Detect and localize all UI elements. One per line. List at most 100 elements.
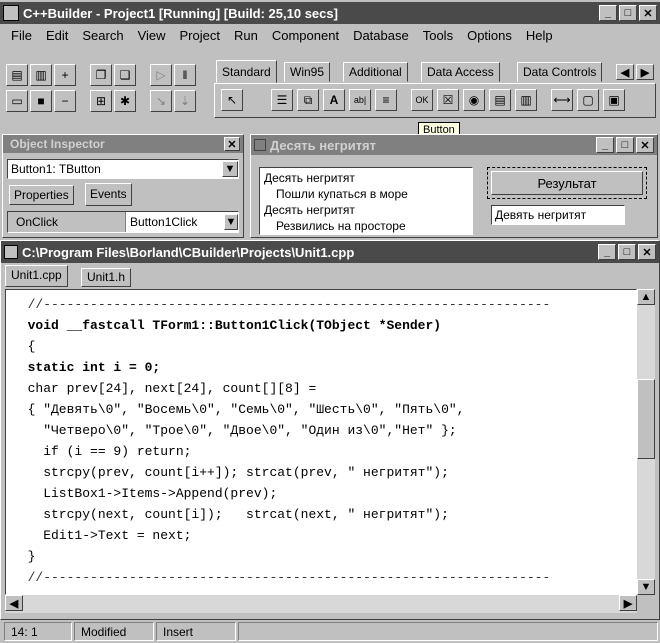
trace-icon[interactable]: ↘ — [150, 90, 172, 112]
checkbox-icon[interactable]: ☒ — [437, 89, 459, 111]
listbox[interactable]: Десять негритят Пошли купаться в море Де… — [259, 167, 473, 235]
scroll-right-icon[interactable]: ▶ — [619, 595, 637, 611]
tab-properties[interactable]: Properties — [9, 185, 74, 205]
menu-view[interactable]: View — [131, 28, 173, 43]
button-icon[interactable]: OK — [411, 89, 433, 111]
edit-field[interactable]: Девять негритят — [491, 205, 625, 225]
menu-project[interactable]: Project — [173, 28, 227, 43]
save-icon[interactable]: ■ — [30, 90, 52, 112]
palette-tab-data-controls[interactable]: Data Controls — [517, 62, 603, 82]
menu-search[interactable]: Search — [75, 28, 130, 43]
menu-edit[interactable]: Edit — [39, 28, 75, 43]
object-selector-value: Button1: TButton — [11, 162, 101, 176]
code-line: //--------------------------------------… — [12, 570, 551, 585]
step-icon[interactable]: ⇣ — [174, 90, 196, 112]
list-item[interactable]: Десять негритят — [264, 202, 468, 218]
main-titlebar[interactable]: C++Builder - Project1 [Running] [Build: … — [0, 2, 660, 24]
code-line: ListBox1->Items->Append(prev); — [12, 486, 278, 501]
view-unit-icon[interactable]: ❐ — [90, 64, 112, 86]
vertical-scroll-thumb[interactable] — [637, 379, 655, 459]
horizontal-scrollbar[interactable]: ◀ ▶ — [5, 595, 637, 613]
main-window-title: C++Builder - Project1 [Running] [Build: … — [23, 5, 338, 21]
object-inspector-titlebar[interactable]: Object Inspector ✕ — [3, 135, 243, 153]
result-button[interactable]: Результат — [487, 167, 647, 199]
code-editor[interactable]: //--------------------------------------… — [5, 289, 637, 595]
palette-tab-data-access[interactable]: Data Access — [421, 62, 500, 82]
object-inspector: Object Inspector ✕ Button1: TButton ▼ Pr… — [2, 134, 244, 238]
tab-unit1-cpp[interactable]: Unit1.cpp — [5, 265, 68, 287]
pause-icon[interactable]: ‖ — [174, 64, 196, 86]
run-icon[interactable]: ▷ — [150, 64, 172, 86]
open-icon[interactable]: ▭ — [6, 90, 28, 112]
minimize-button[interactable]: _ — [599, 5, 617, 21]
chevron-down-icon[interactable]: ▼ — [222, 161, 238, 177]
form-close[interactable]: ✕ — [636, 137, 654, 153]
palette-tab-win95[interactable]: Win95 — [284, 62, 331, 82]
code-line: //--------------------------------------… — [12, 297, 551, 312]
palette-tab-standard[interactable]: Standard — [216, 60, 277, 83]
combobox-icon[interactable]: ▥ — [515, 89, 537, 111]
form-titlebar[interactable]: Десять негритят _ □ ✕ — [251, 135, 657, 155]
event-name[interactable]: OnClick — [8, 212, 126, 232]
popupmenu-icon[interactable]: ⧉ — [297, 89, 319, 111]
scrollbar-icon[interactable]: ⟷ — [551, 89, 573, 111]
code-line: strcpy(prev, count[i++]); strcat(prev, "… — [12, 465, 449, 480]
new-icon[interactable]: ▤ — [6, 64, 28, 86]
pointer-icon[interactable]: ↖ — [221, 89, 243, 111]
code-line: } — [12, 549, 36, 564]
new-form-icon[interactable]: ✱ — [114, 90, 136, 112]
menu-help[interactable]: Help — [519, 28, 560, 43]
menu-bar: File Edit Search View Project Run Compon… — [0, 24, 660, 46]
object-inspector-close[interactable]: ✕ — [224, 137, 240, 151]
chevron-down-icon[interactable]: ▼ — [224, 214, 238, 230]
palette-scroll-right[interactable]: ▶ — [636, 64, 654, 80]
object-selector[interactable]: Button1: TButton ▼ — [7, 159, 239, 179]
tab-events[interactable]: Events — [85, 183, 132, 206]
edit-icon[interactable]: ab| — [349, 89, 371, 111]
editor-close[interactable]: ✕ — [638, 244, 656, 260]
new-unit-icon[interactable]: ▥ — [30, 64, 52, 86]
vertical-scrollbar[interactable]: ▲ ▼ — [637, 289, 655, 595]
scroll-left-icon[interactable]: ◀ — [5, 595, 23, 611]
event-handler-field[interactable]: Button1Click ▼ — [126, 212, 238, 232]
groupbox-icon[interactable]: ▢ — [577, 89, 599, 111]
close-button[interactable]: ✕ — [639, 5, 657, 21]
scroll-up-icon[interactable]: ▲ — [637, 289, 655, 305]
menu-file[interactable]: File — [4, 28, 39, 43]
editor-minimize[interactable]: _ — [598, 244, 616, 260]
menu-tools[interactable]: Tools — [416, 28, 460, 43]
tab-unit1-h[interactable]: Unit1.h — [81, 268, 132, 287]
form-icon — [254, 139, 266, 151]
radiobutton-icon[interactable]: ◉ — [463, 89, 485, 111]
scroll-down-icon[interactable]: ▼ — [637, 579, 655, 595]
view-form-icon[interactable]: ❏ — [114, 64, 136, 86]
menu-component[interactable]: Component — [265, 28, 346, 43]
mainmenu-icon[interactable]: ☰ — [271, 89, 293, 111]
palette-tab-additional[interactable]: Additional — [343, 62, 408, 82]
list-item[interactable]: Резвились на просторе — [264, 218, 468, 234]
menu-database[interactable]: Database — [346, 28, 416, 43]
form-window: Десять негритят _ □ ✕ Десять негритят По… — [250, 134, 658, 238]
menu-options[interactable]: Options — [460, 28, 519, 43]
listbox-icon[interactable]: ▤ — [489, 89, 511, 111]
memo-icon[interactable]: ≡ — [375, 89, 397, 111]
status-blank — [238, 622, 658, 641]
list-item[interactable]: Десять негритят — [264, 170, 468, 186]
menu-run[interactable]: Run — [227, 28, 265, 43]
remove-file-icon[interactable]: − — [54, 90, 76, 112]
code-line: { "Девять\0", "Восемь\0", "Семь\0", "Шес… — [12, 402, 465, 417]
form-minimize[interactable]: _ — [596, 137, 614, 153]
editor-maximize[interactable]: □ — [618, 244, 636, 260]
component-palette: ↖ ☰ ⧉ A ab| ≡ OK ☒ ◉ ▤ ▥ ⟷ ▢ ▣ — [214, 83, 656, 118]
form-maximize[interactable]: □ — [616, 137, 634, 153]
list-item[interactable]: Пошли купаться в море — [264, 186, 468, 202]
panel-icon[interactable]: ▣ — [603, 89, 625, 111]
editor-titlebar[interactable]: C:\Program Files\Borland\CBuilder\Projec… — [1, 241, 659, 263]
add-file-icon[interactable]: + — [54, 64, 76, 86]
event-handler: Button1Click — [130, 215, 198, 229]
toggle-form-icon[interactable]: ⊞ — [90, 90, 112, 112]
maximize-button[interactable]: □ — [619, 5, 637, 21]
label-icon[interactable]: A — [323, 89, 345, 111]
palette-scroll-left[interactable]: ◀ — [616, 64, 634, 80]
speedbar: ▤ ▥ + ❐ ❏ ▷ ‖ ▭ ■ − ⊞ ✱ ↘ ⇣ — [4, 60, 204, 118]
